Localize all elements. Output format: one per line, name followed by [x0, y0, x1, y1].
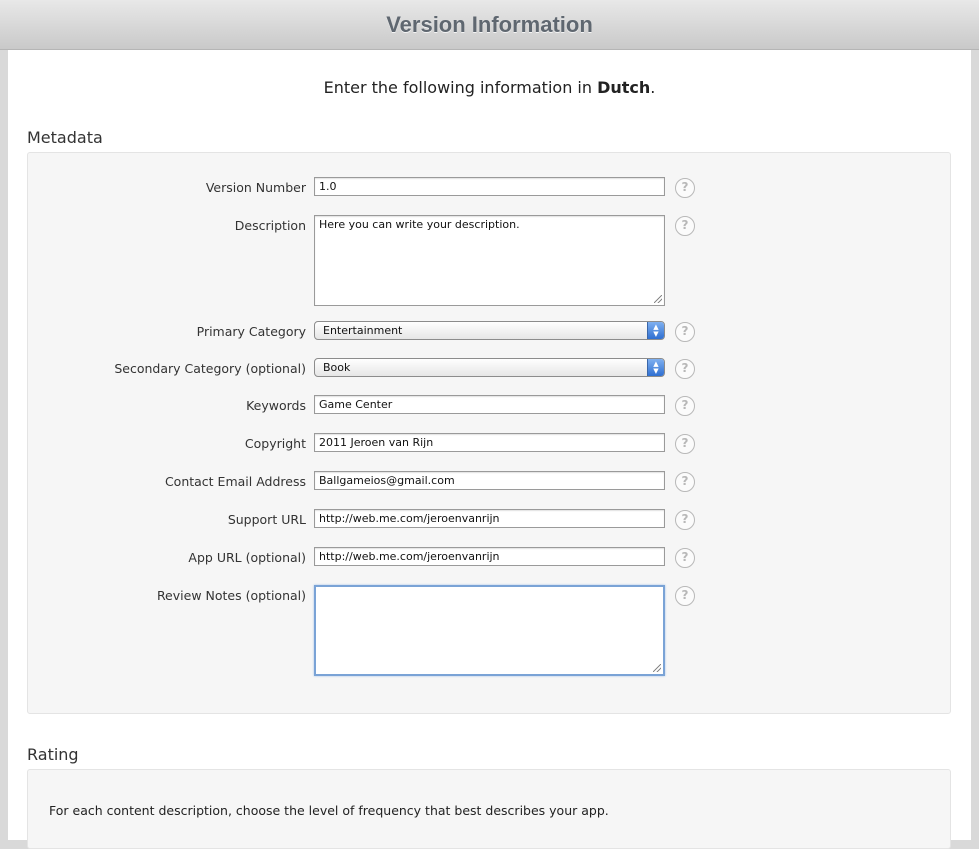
- intro-language: Dutch: [597, 78, 651, 97]
- help-icon[interactable]: ?: [675, 434, 695, 454]
- help-icon[interactable]: ?: [675, 510, 695, 530]
- up-down-arrows-icon: ▲ ▼: [647, 359, 664, 376]
- primary-category-value: Entertainment: [323, 324, 403, 337]
- support-url-label: Support URL: [227, 512, 306, 527]
- review-notes-label: Review Notes (optional): [156, 588, 306, 603]
- help-icon[interactable]: ?: [675, 586, 695, 606]
- primary-category-label: Primary Category: [196, 324, 306, 339]
- description-label: Description: [234, 218, 306, 233]
- resize-handle-icon[interactable]: [654, 295, 662, 303]
- app-url-input[interactable]: http://web.me.com/jeroenvanrijn: [314, 547, 665, 566]
- help-icon[interactable]: ?: [675, 472, 695, 492]
- metadata-section-title: Metadata: [27, 128, 103, 147]
- rating-instructions: For each content description, choose the…: [49, 803, 609, 818]
- metadata-box: Version Number 1.0 ? Description Here yo…: [27, 152, 951, 714]
- resize-handle-icon[interactable]: [653, 664, 661, 672]
- contact-email-input[interactable]: Ballgameios@gmail.com: [314, 471, 665, 490]
- copyright-input[interactable]: 2011 Jeroen van Rijn: [314, 433, 665, 452]
- review-notes-textarea[interactable]: [314, 585, 665, 676]
- secondary-category-value: Book: [323, 361, 351, 374]
- support-url-input[interactable]: http://web.me.com/jeroenvanrijn: [314, 509, 665, 528]
- page-title: Version Information: [386, 12, 593, 37]
- title-bar: Version Information: [0, 0, 979, 50]
- description-text: Here you can write your description.: [319, 218, 520, 231]
- rating-box: For each content description, choose the…: [27, 769, 951, 849]
- language-instruction: Enter the following information in Dutch…: [8, 78, 971, 97]
- help-icon[interactable]: ?: [675, 216, 695, 236]
- version-number-label: Version Number: [205, 180, 306, 195]
- primary-category-select[interactable]: Entertainment ▲ ▼: [314, 321, 665, 340]
- copyright-label: Copyright: [244, 436, 306, 451]
- intro-suffix: .: [650, 78, 656, 97]
- version-number-input[interactable]: 1.0: [314, 177, 665, 196]
- secondary-category-label: Secondary Category (optional): [114, 361, 306, 376]
- help-icon[interactable]: ?: [675, 322, 695, 342]
- secondary-category-select[interactable]: Book ▲ ▼: [314, 358, 665, 377]
- help-icon[interactable]: ?: [675, 178, 695, 198]
- contact-email-label: Contact Email Address: [164, 474, 306, 489]
- content-panel: Enter the following information in Dutch…: [8, 50, 971, 849]
- description-textarea[interactable]: Here you can write your description.: [314, 215, 665, 306]
- up-down-arrows-icon: ▲ ▼: [647, 322, 664, 339]
- intro-prefix: Enter the following information in: [323, 78, 598, 97]
- help-icon[interactable]: ?: [675, 548, 695, 568]
- rating-section-title: Rating: [27, 745, 79, 764]
- keywords-label: Keywords: [246, 398, 306, 413]
- help-icon[interactable]: ?: [675, 359, 695, 379]
- keywords-input[interactable]: Game Center: [314, 395, 665, 414]
- help-icon[interactable]: ?: [675, 396, 695, 416]
- app-url-label: App URL (optional): [188, 550, 306, 565]
